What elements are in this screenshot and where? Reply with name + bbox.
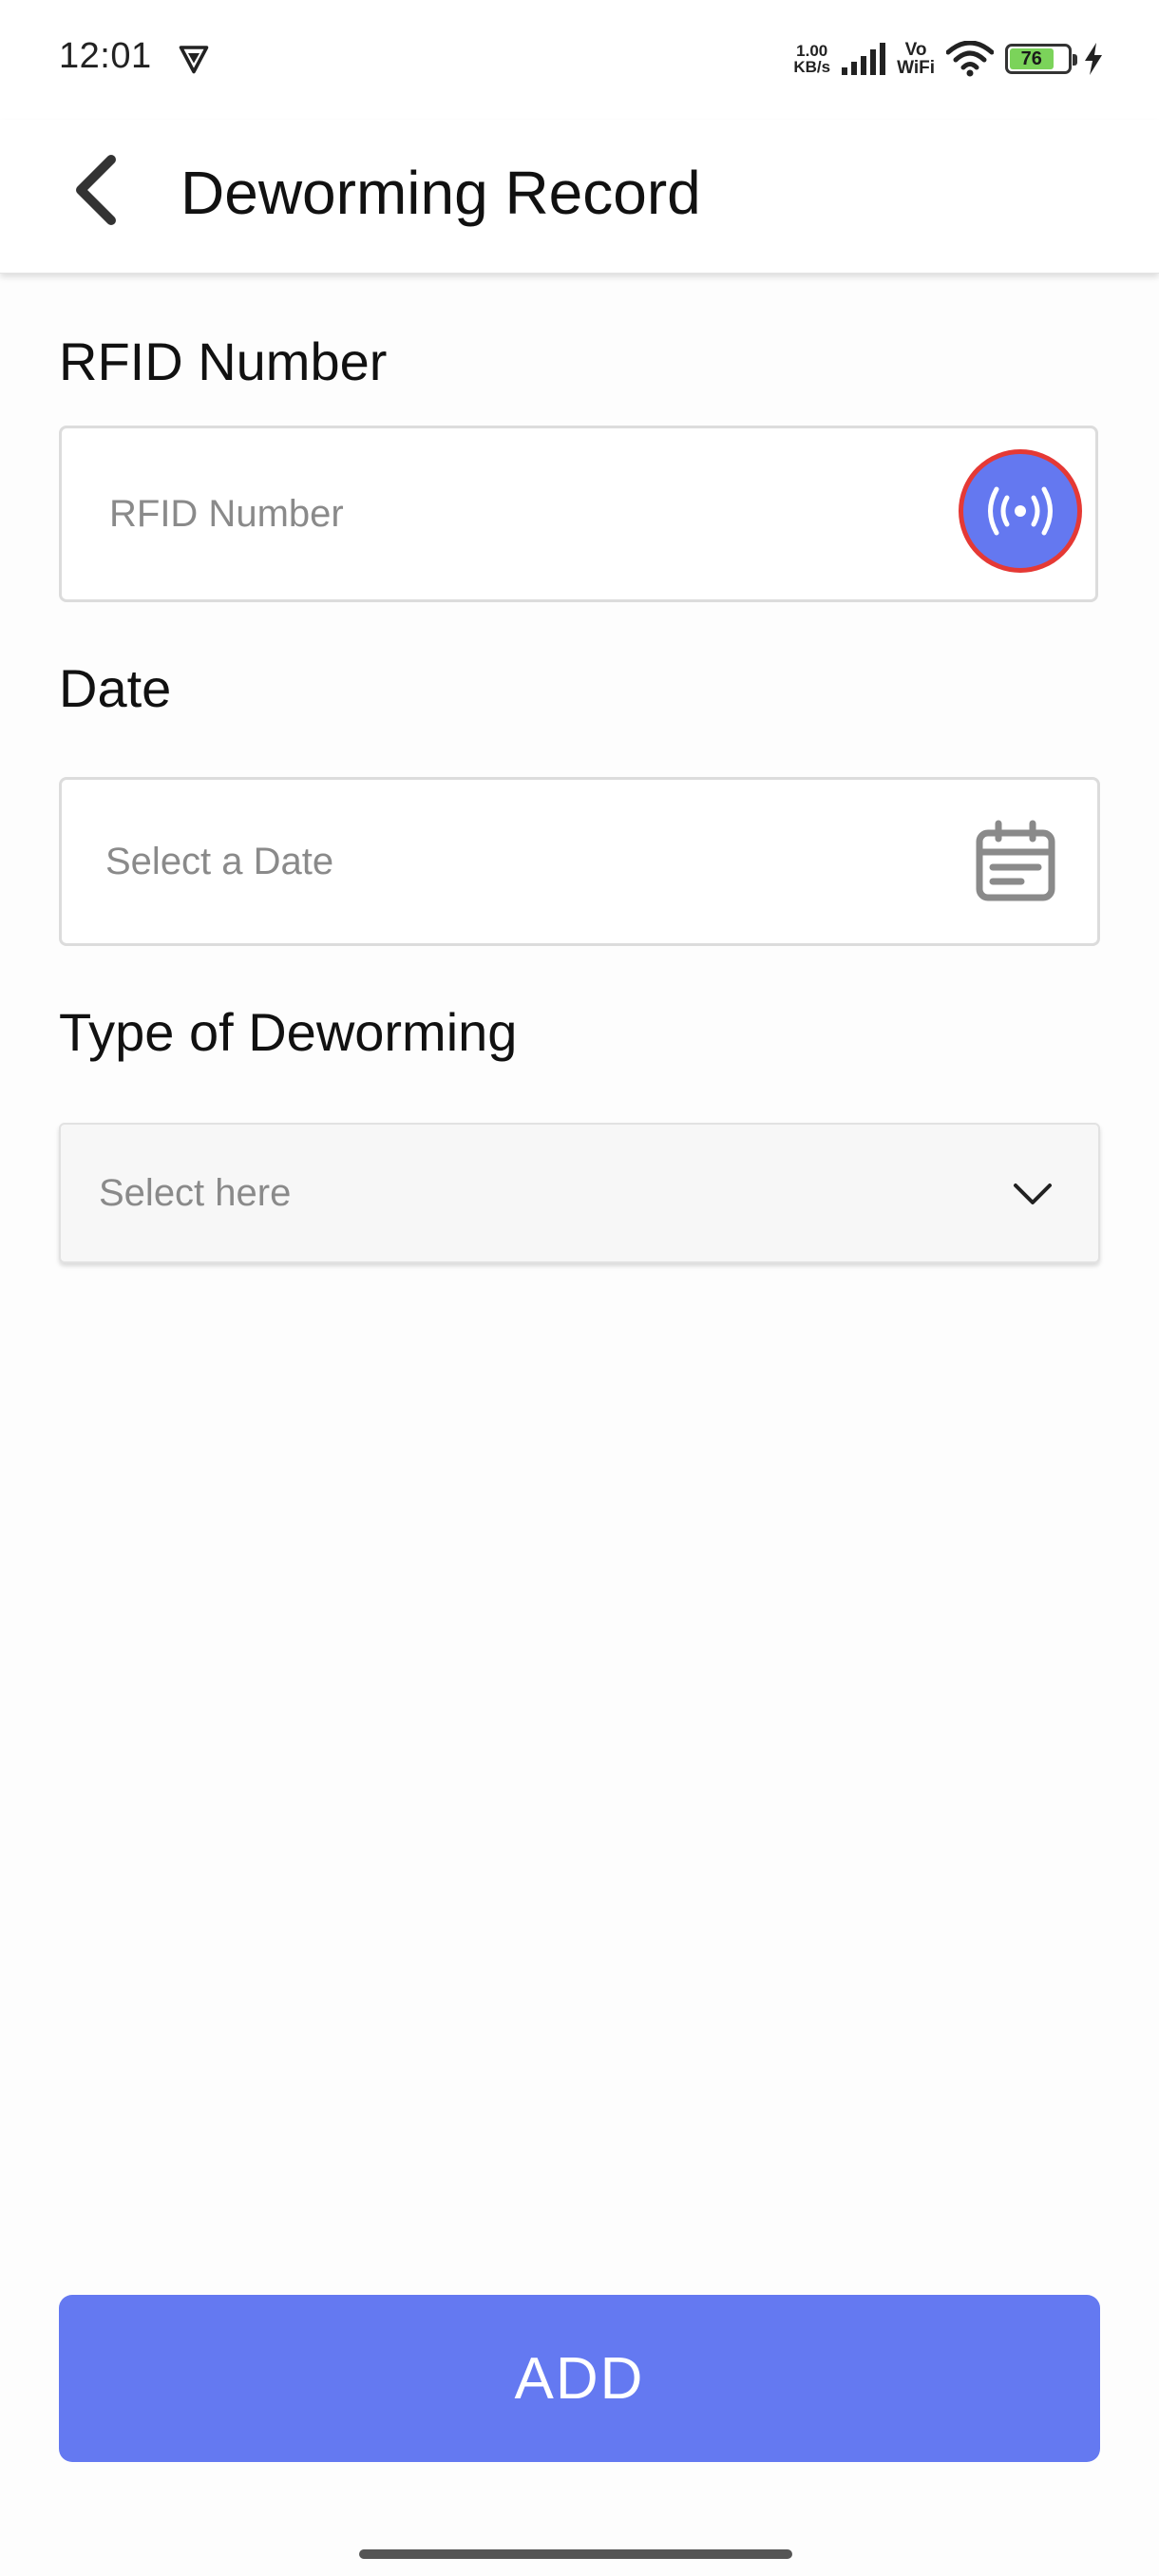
network-speed-unit: KB/s: [793, 58, 831, 76]
battery-icon: 76: [1005, 44, 1077, 74]
date-input[interactable]: [104, 780, 959, 943]
deworming-type-select[interactable]: Select here: [59, 1123, 1100, 1263]
deworming-type-label: Type of Deworming: [59, 1002, 518, 1062]
status-bar: 12:01 1.00 KB/s Vo WiFi 76: [0, 0, 1159, 120]
vowifi-top: Vo: [904, 40, 927, 60]
app-bar: Deworming Record: [0, 120, 1159, 274]
rfid-scan-button[interactable]: [959, 449, 1082, 573]
network-speed-value: 1.00: [796, 42, 828, 60]
vpn-shield-icon: [179, 46, 209, 74]
battery-level: 76: [1010, 48, 1054, 69]
back-button[interactable]: [57, 152, 133, 228]
rfid-field-container: [59, 426, 1098, 602]
home-indicator[interactable]: [359, 2549, 792, 2559]
cell-signal-icon: [842, 43, 886, 75]
status-icons: 1.00 KB/s Vo WiFi 76: [793, 34, 1104, 84]
page-title: Deworming Record: [180, 159, 701, 227]
wifi-icon: [946, 41, 994, 77]
deworming-type-value: Select here: [99, 1172, 292, 1214]
calendar-button[interactable]: [974, 820, 1057, 903]
vowifi-indicator: Vo WiFi: [897, 41, 935, 77]
rfid-scan-icon: [988, 486, 1053, 536]
date-field-container: [59, 777, 1100, 946]
calendar-icon: [976, 820, 1055, 901]
rfid-input[interactable]: [107, 428, 962, 599]
chevron-left-icon: [76, 155, 116, 225]
status-time: 12:01: [59, 36, 152, 76]
network-speed: 1.00 KB/s: [793, 43, 830, 75]
charging-bolt-icon: [1085, 43, 1102, 75]
rfid-label: RFID Number: [59, 331, 388, 391]
date-label: Date: [59, 658, 172, 718]
battery-nub: [1073, 54, 1077, 66]
chevron-down-icon: [1014, 1184, 1052, 1204]
add-button[interactable]: ADD: [59, 2295, 1100, 2462]
vowifi-bottom: WiFi: [897, 58, 935, 78]
